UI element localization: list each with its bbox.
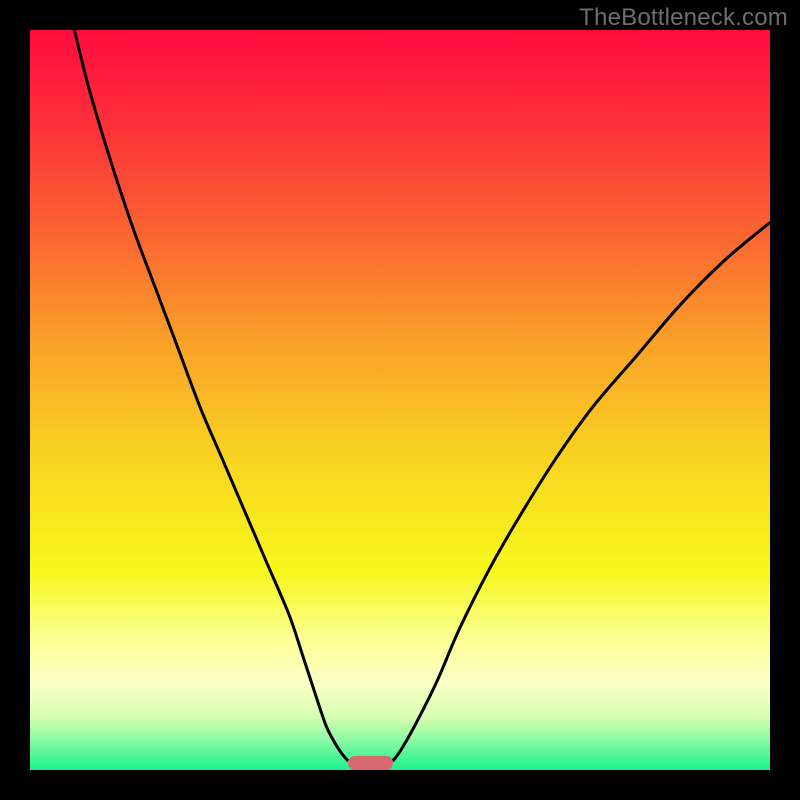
gradient-background: [30, 30, 770, 770]
optimal-marker: [348, 756, 392, 770]
watermark-text: TheBottleneck.com: [579, 4, 788, 32]
bottleneck-chart: [30, 30, 770, 770]
chart-frame: [30, 30, 770, 770]
